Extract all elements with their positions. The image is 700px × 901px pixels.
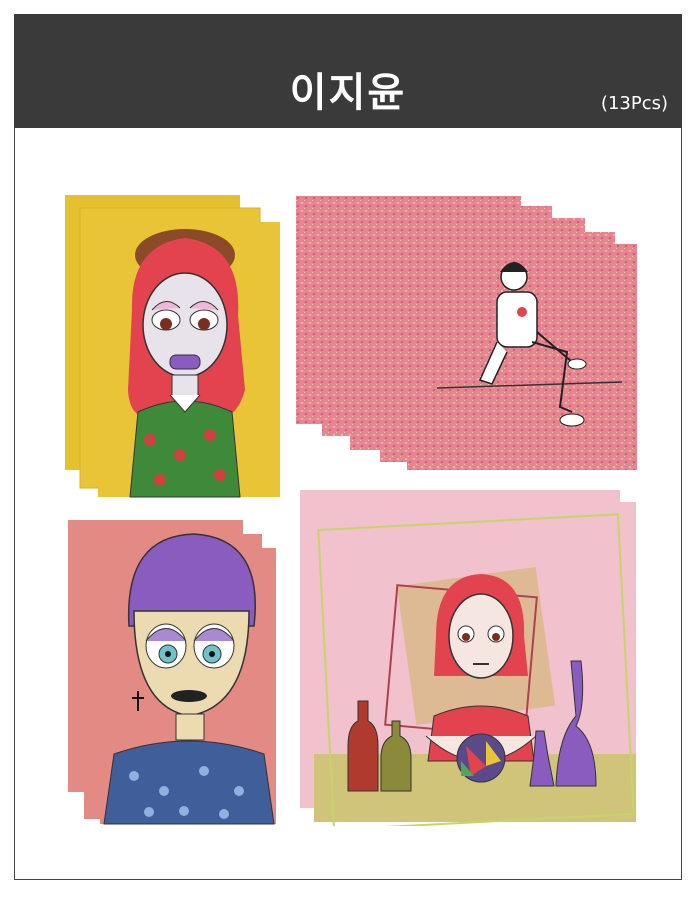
page-title: 이지윤 (289, 70, 407, 116)
card-stack-sitting-figure (296, 196, 637, 470)
mouth (171, 690, 207, 702)
piece-count: (13Pcs) (600, 93, 668, 114)
card-stack-girl-with-bottles (300, 490, 636, 826)
green-shirt (129, 400, 241, 498)
mouth (169, 354, 201, 370)
neck (175, 713, 205, 741)
neck (171, 374, 199, 398)
blue-sweater (103, 740, 275, 825)
header-banner: 이지윤 (13Pcs) (14, 14, 682, 128)
card-stack-red-hair-girl (65, 195, 280, 498)
torso (496, 291, 538, 348)
card-stack-purple-hair-boy (68, 520, 276, 825)
